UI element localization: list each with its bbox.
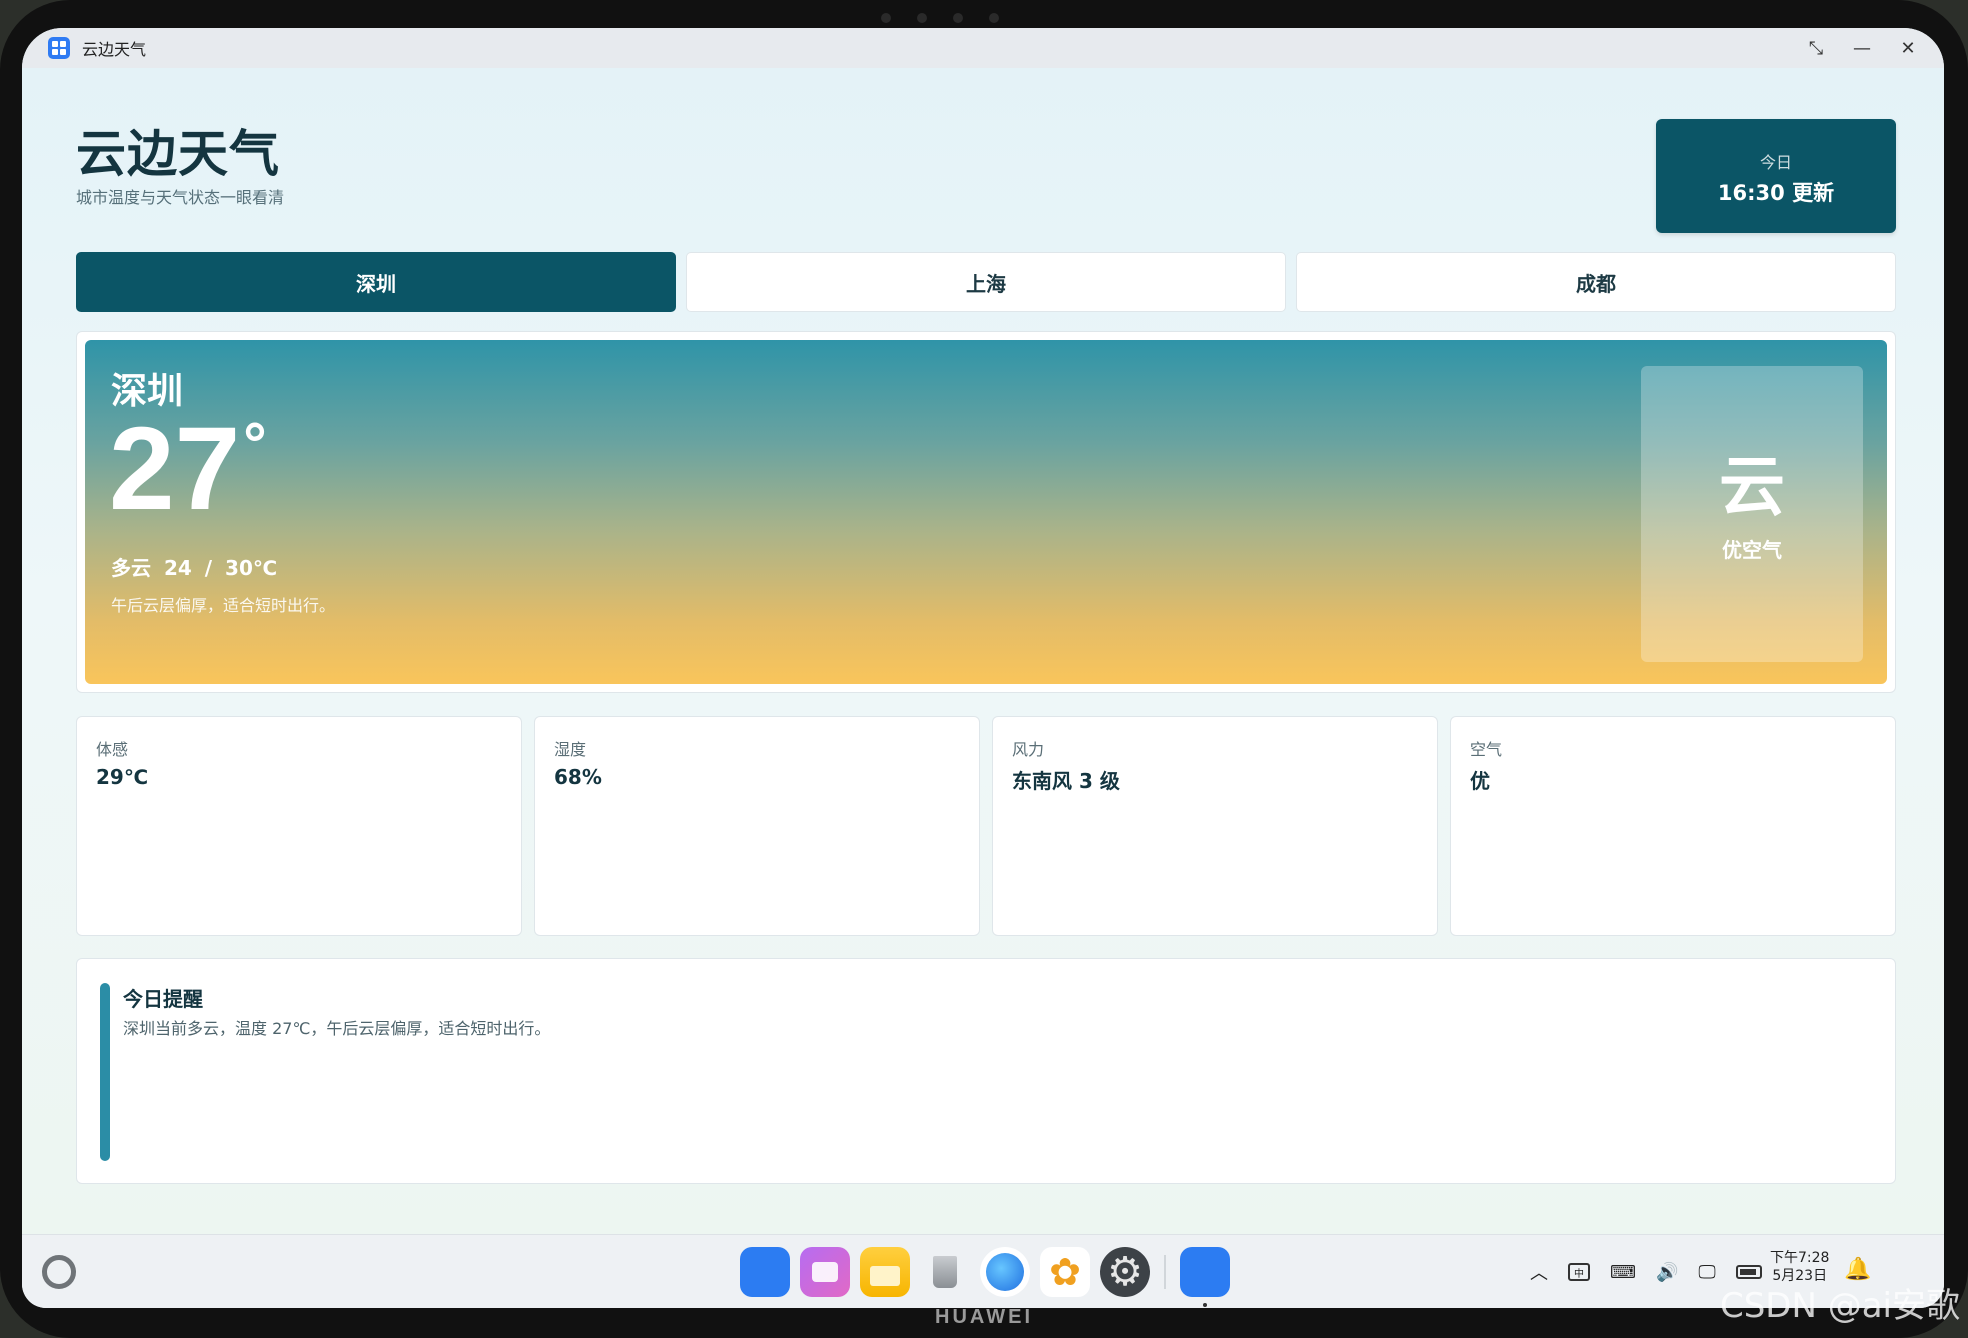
air-quality-label: 优空气 [1722, 538, 1782, 562]
reminder-title: 今日提醒 [123, 987, 203, 1011]
dock [740, 1247, 1230, 1307]
title-bar: 云边天气 ⤡ — ✕ [22, 28, 1944, 68]
volume-icon[interactable]: 🔊 [1656, 1262, 1678, 1283]
chevron-up-icon[interactable]: ︿ [1530, 1259, 1548, 1285]
weather-icon-panel: 云 优空气 [1641, 366, 1863, 662]
close-icon[interactable]: ✕ [1898, 38, 1918, 59]
hero-temperature: 27 [109, 403, 241, 535]
stat-label: 体感 [96, 740, 129, 759]
clock-time: 下午7:28 [1770, 1250, 1830, 1266]
multitask-icon[interactable] [800, 1247, 850, 1297]
photos-icon[interactable] [1040, 1247, 1090, 1297]
files-icon[interactable] [860, 1247, 910, 1297]
weather-app-icon[interactable] [1180, 1247, 1230, 1307]
cloud-glyph: 云 [1719, 448, 1785, 525]
stat-card-humidity: 湿度 68% [534, 716, 980, 936]
browser-icon[interactable] [980, 1247, 1030, 1297]
stat-label: 空气 [1470, 740, 1503, 759]
stat-value: 29℃ [96, 765, 149, 789]
watermark: CSDN @ai安歌 [1719, 1286, 1960, 1326]
stat-label: 风力 [1012, 740, 1045, 759]
stat-card-air: 空气 优 [1450, 716, 1896, 936]
app-center-icon[interactable] [740, 1247, 790, 1297]
dock-separator [1164, 1255, 1166, 1289]
device-frame: 云边天气 ⤡ — ✕ 云边天气 城市温度与天气状态一眼看清 今日 16:30 更… [0, 0, 1968, 1338]
page-subtitle: 城市温度与天气状态一眼看清 [76, 188, 285, 207]
update-time: 16:30 更新 [1717, 181, 1835, 205]
keyboard-icon[interactable]: ⌨ [1610, 1262, 1636, 1283]
tab-shanghai[interactable]: 上海 [686, 252, 1286, 312]
update-badge: 今日 16:30 更新 [1656, 119, 1896, 233]
trash-icon[interactable] [920, 1247, 970, 1297]
display-icon[interactable]: 🖵 [1698, 1262, 1715, 1283]
battery-icon[interactable] [1735, 1265, 1762, 1279]
reminder-accent-bar [100, 983, 110, 1161]
city-tabs: 深圳 上海 成都 [76, 252, 1896, 312]
minimize-icon[interactable]: — [1852, 38, 1872, 59]
window-controls: ⤡ — ✕ [1806, 28, 1918, 68]
device-brand: HUAWEI [935, 1306, 1033, 1328]
page-title: 云边天气 [76, 125, 280, 183]
reminder-card: 今日提醒 深圳当前多云，温度 27℃，午后云层偏厚，适合短时出行。 [76, 958, 1896, 1184]
ime-icon[interactable]: 中 [1568, 1263, 1590, 1281]
tab-chengdu[interactable]: 成都 [1296, 252, 1896, 312]
window-title: 云边天气 [82, 40, 147, 59]
stat-value: 东南风 3 级 [1012, 769, 1120, 793]
stat-card-wind: 风力 东南风 3 级 [992, 716, 1438, 936]
stat-label: 湿度 [554, 740, 587, 759]
stat-value: 68% [554, 765, 602, 789]
stats-row: 体感 29℃ 湿度 68% 风力 东南风 3 级 空气 优 [76, 716, 1896, 936]
camera-strip [810, 10, 1070, 26]
degree-symbol: ° [241, 414, 269, 479]
stat-card-feels-like: 体感 29℃ [76, 716, 522, 936]
reminder-body: 深圳当前多云，温度 27℃，午后云层偏厚，适合短时出行。 [123, 1019, 551, 1038]
start-icon[interactable] [42, 1255, 76, 1289]
weather-card: 深圳 27 ° 多云 24 / 30℃ 午后云层偏厚，适合短时出行。 云 优空气 [76, 331, 1896, 693]
stat-value: 优 [1470, 769, 1490, 793]
weather-hero: 深圳 27 ° 多云 24 / 30℃ 午后云层偏厚，适合短时出行。 云 优空气 [85, 340, 1887, 684]
tab-shenzhen[interactable]: 深圳 [76, 252, 676, 312]
restore-icon[interactable]: ⤡ [1806, 38, 1826, 59]
settings-icon[interactable] [1100, 1247, 1150, 1297]
app-icon [48, 37, 70, 59]
update-label: 今日 [1759, 153, 1792, 172]
screen: 云边天气 ⤡ — ✕ 云边天气 城市温度与天气状态一眼看清 今日 16:30 更… [22, 28, 1944, 1308]
hero-description: 午后云层偏厚，适合短时出行。 [111, 596, 336, 615]
hero-condition: 多云 24 / 30℃ [111, 556, 278, 580]
taskbar: ︿ 中 ⌨ 🔊 🖵 下午7:28 5月23日 🔔 [22, 1234, 1944, 1308]
